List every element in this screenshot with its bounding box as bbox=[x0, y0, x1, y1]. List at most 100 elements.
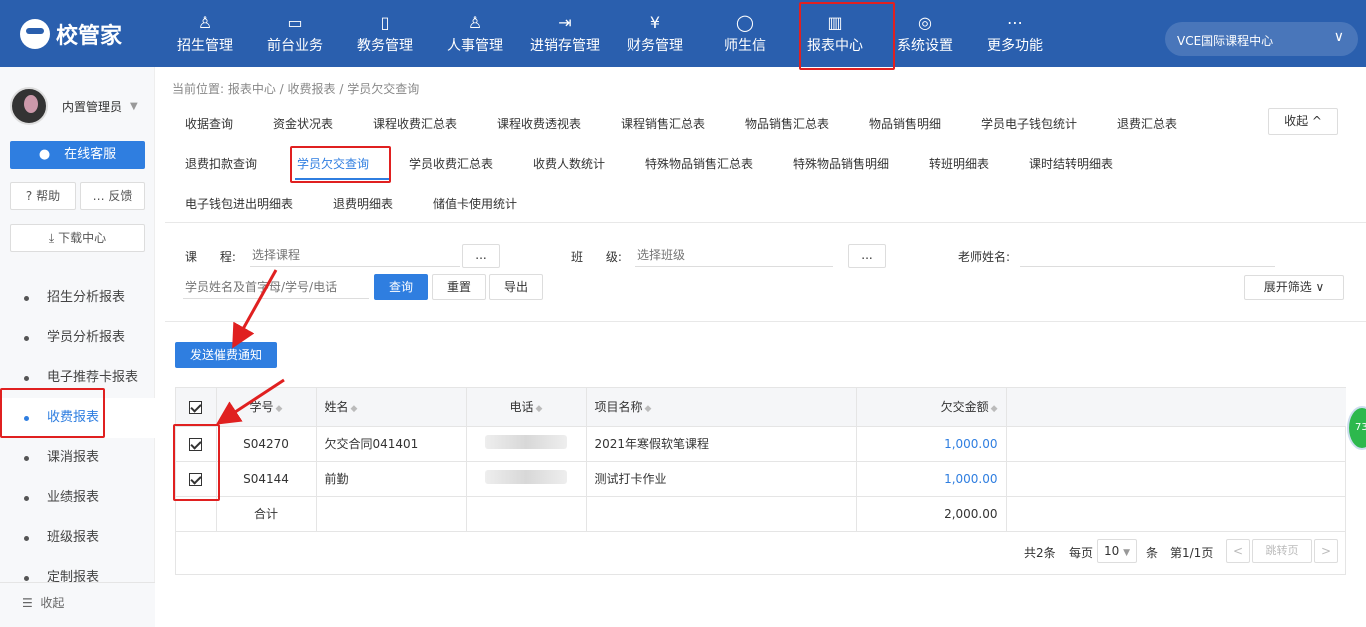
sidebar-item-consumption-report[interactable]: 课消报表 bbox=[0, 438, 155, 478]
name-cell: 欠交合同041401 bbox=[316, 426, 467, 462]
bullet-icon bbox=[24, 496, 29, 501]
tab-course-fee-summary[interactable]: 课程收费汇总表 bbox=[373, 115, 457, 132]
expand-filters-button[interactable]: 展开筛选 ∨ bbox=[1244, 275, 1344, 300]
money-icon: ¥ bbox=[649, 13, 661, 32]
sidebar-item-student-report[interactable]: 学员分析报表 bbox=[0, 318, 155, 358]
row-checkbox[interactable] bbox=[189, 472, 203, 486]
nav-item-reports[interactable]: ▥ 报表中心 bbox=[790, 0, 880, 67]
tab-arrears-query[interactable]: 学员欠交查询 bbox=[297, 155, 369, 172]
prev-page-button[interactable]: < bbox=[1226, 539, 1250, 563]
col-name[interactable]: 姓名 ◆ bbox=[316, 388, 467, 427]
sidebar-item-performance-report[interactable]: 业绩报表 bbox=[0, 478, 155, 518]
avatar bbox=[10, 87, 48, 125]
tab-special-goods-summary[interactable]: 特殊物品销售汇总表 bbox=[645, 155, 753, 172]
total-empty-cell bbox=[316, 496, 467, 532]
nav-label: 报表中心 bbox=[807, 38, 863, 54]
sidebar-item-recruit-report[interactable]: 招生分析报表 bbox=[0, 278, 155, 318]
course-input[interactable] bbox=[250, 243, 460, 267]
amount-cell[interactable]: 1,000.00 bbox=[856, 461, 1007, 497]
col-label: 欠交金额 bbox=[940, 400, 989, 415]
tab-class-transfer[interactable]: 转班明细表 bbox=[929, 155, 989, 172]
sidebar-item-referral-report[interactable]: 电子推荐卡报表 bbox=[0, 358, 155, 398]
app-logo[interactable]: 校管家 bbox=[20, 14, 122, 54]
chat-icon: ◯ bbox=[736, 13, 754, 32]
tab-course-fee-pivot[interactable]: 课程收费透视表 bbox=[497, 115, 581, 132]
sidebar: 内置管理员 ▼ ● 在线客服 ? 帮助 … 反馈 ⤓ 下载中心 招生分析报表 学员… bbox=[0, 67, 155, 627]
tabs-collapse-button[interactable]: 收起 ^ bbox=[1268, 108, 1338, 135]
query-button[interactable]: 查询 bbox=[374, 274, 428, 300]
col-student-id[interactable]: 学号 ◆ bbox=[216, 388, 317, 427]
tab-goods-sales-summary[interactable]: 物品销售汇总表 bbox=[745, 115, 829, 132]
sidebar-item-fee-report[interactable]: 收费报表 bbox=[0, 398, 155, 438]
tab-goods-sales-detail[interactable]: 物品销售明细 bbox=[869, 115, 941, 132]
nav-item-recruit[interactable]: ♙ 招生管理 bbox=[160, 0, 250, 67]
nav-label: 教务管理 bbox=[357, 38, 413, 54]
tab-refund-deduction[interactable]: 退费扣款查询 bbox=[185, 155, 257, 172]
nav-item-hr[interactable]: ♙ 人事管理 bbox=[430, 0, 520, 67]
name-cell: 前勤 bbox=[316, 461, 467, 497]
pagination: 共2条 每页 10 ▼ 条 第1/1页 < 跳转页 > bbox=[176, 530, 1345, 574]
sidebar-item-class-report[interactable]: 班级报表 bbox=[0, 518, 155, 558]
project-cell: 2021年寒假软笔课程 bbox=[586, 426, 857, 462]
col-phone[interactable]: 电话 ◆ bbox=[466, 388, 587, 427]
class-picker-button[interactable]: ... bbox=[848, 244, 886, 268]
tab-wallet-stats[interactable]: 学员电子钱包统计 bbox=[981, 115, 1077, 132]
reset-button[interactable]: 重置 bbox=[432, 274, 486, 300]
col-project[interactable]: 项目名称 ◆ bbox=[586, 388, 857, 427]
sort-icon: ◆ bbox=[990, 404, 998, 415]
table-row: S04270 欠交合同041401 2021年寒假软笔课程 1,000.00 bbox=[176, 426, 1346, 462]
bullet-icon bbox=[24, 416, 29, 421]
nav-item-academic[interactable]: ▯ 教务管理 bbox=[340, 0, 430, 67]
sidebar-collapse-button[interactable]: ☰ 收起 bbox=[0, 582, 155, 627]
redacted-phone bbox=[485, 435, 567, 449]
tab-lesson-carryover[interactable]: 课时结转明细表 bbox=[1029, 155, 1113, 172]
jump-page-input[interactable]: 跳转页 bbox=[1252, 539, 1312, 563]
nav-item-messages[interactable]: ◯ 师生信 bbox=[700, 0, 790, 67]
teacher-name-input[interactable] bbox=[1020, 243, 1275, 267]
sidebar-item-custom-report[interactable]: 定制报表 bbox=[0, 558, 155, 582]
col-label: 学号 bbox=[249, 400, 274, 415]
tab-stored-card-usage[interactable]: 储值卡使用统计 bbox=[433, 195, 517, 212]
download-label: 下载中心 bbox=[58, 231, 107, 245]
next-page-button[interactable]: > bbox=[1314, 539, 1338, 563]
feedback-label: 反馈 bbox=[108, 189, 133, 203]
tab-receipt-query[interactable]: 收据查询 bbox=[185, 115, 233, 132]
school-selector[interactable]: VCE国际课程中心 ∨ bbox=[1165, 22, 1358, 56]
tab-refund-summary[interactable]: 退费汇总表 bbox=[1117, 115, 1177, 132]
amount-cell[interactable]: 1,000.00 bbox=[856, 426, 1007, 462]
tab-fund-status[interactable]: 资金状况表 bbox=[273, 115, 333, 132]
tab-refund-detail[interactable]: 退费明细表 bbox=[333, 195, 393, 212]
class-input[interactable] bbox=[635, 243, 833, 267]
row-select-cell bbox=[176, 426, 217, 462]
menu-label: 电子推荐卡报表 bbox=[47, 370, 139, 385]
feedback-button[interactable]: … 反馈 bbox=[80, 182, 145, 210]
user-menu[interactable]: 内置管理员 ▼ bbox=[10, 87, 138, 125]
caret-down-icon: ▼ bbox=[1123, 548, 1131, 558]
help-button[interactable]: ? 帮助 bbox=[10, 182, 76, 210]
school-name: VCE国际课程中心 bbox=[1177, 34, 1274, 48]
online-service-button[interactable]: ● 在线客服 bbox=[10, 141, 145, 169]
course-picker-button[interactable]: ... bbox=[462, 244, 500, 268]
main-content: 当前位置: 报表中心 / 收费报表 / 学员欠交查询 收据查询 资金状况表 课程… bbox=[155, 67, 1366, 627]
export-button[interactable]: 导出 bbox=[489, 274, 543, 300]
select-all-checkbox[interactable] bbox=[189, 400, 203, 414]
nav-label: 系统设置 bbox=[897, 38, 953, 54]
student-search-input[interactable] bbox=[183, 275, 369, 299]
more-icon: ⋯ bbox=[1007, 13, 1023, 32]
download-center-button[interactable]: ⤓ 下载中心 bbox=[10, 224, 145, 252]
nav-item-finance[interactable]: ¥ 财务管理 bbox=[610, 0, 700, 67]
tab-course-sales-summary[interactable]: 课程销售汇总表 bbox=[621, 115, 705, 132]
tab-fee-headcount[interactable]: 收费人数统计 bbox=[533, 155, 605, 172]
row-checkbox[interactable] bbox=[189, 437, 203, 451]
total-empty-cell bbox=[586, 496, 857, 532]
nav-item-inventory[interactable]: ⇥ 进销存管理 bbox=[520, 0, 610, 67]
tab-student-fee-summary[interactable]: 学员收费汇总表 bbox=[409, 155, 493, 172]
page-size-select[interactable]: 10 ▼ bbox=[1097, 539, 1137, 563]
tab-wallet-flow[interactable]: 电子钱包进出明细表 bbox=[185, 195, 293, 212]
nav-item-more[interactable]: ⋯ 更多功能 bbox=[970, 0, 1060, 67]
nav-item-settings[interactable]: ◎ 系统设置 bbox=[880, 0, 970, 67]
tab-special-goods-detail[interactable]: 特殊物品销售明细 bbox=[793, 155, 889, 172]
send-payment-reminder-button[interactable]: 发送催费通知 bbox=[175, 342, 277, 368]
col-amount[interactable]: 欠交金额 ◆ bbox=[856, 388, 1007, 427]
nav-item-front-desk[interactable]: ▭ 前台业务 bbox=[250, 0, 340, 67]
